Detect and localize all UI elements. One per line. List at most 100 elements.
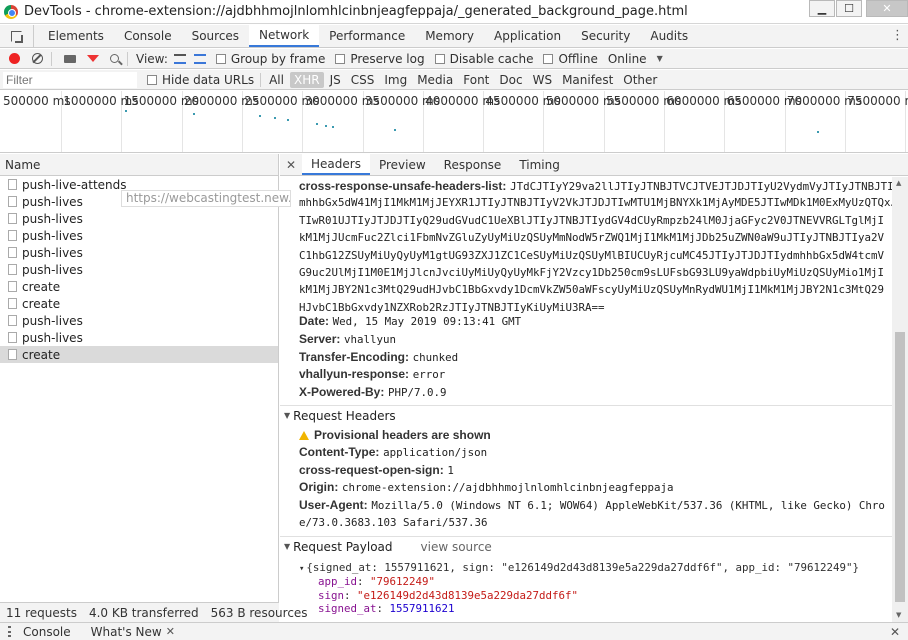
request-row[interactable]: create bbox=[0, 295, 278, 312]
file-icon bbox=[8, 264, 17, 275]
tab-sources[interactable]: Sources bbox=[182, 25, 249, 47]
details-tab-preview[interactable]: Preview bbox=[370, 154, 435, 175]
hide-data-urls-checkbox[interactable] bbox=[147, 74, 157, 85]
filter-type-font[interactable]: Font bbox=[459, 72, 493, 88]
scrollbar-thumb[interactable] bbox=[895, 332, 905, 602]
header-row: User-Agent: Mozilla/5.0 (Windows NT 6.1;… bbox=[299, 496, 885, 515]
filter-type-xhr[interactable]: XHR bbox=[289, 71, 324, 88]
payload-key: sign bbox=[318, 588, 345, 602]
tab-elements[interactable]: Elements bbox=[38, 25, 114, 47]
triangle-down-icon: ▼ bbox=[284, 411, 291, 420]
filter-icon[interactable] bbox=[87, 55, 99, 62]
close-window-button[interactable]: ✕ bbox=[866, 0, 908, 17]
filter-type-ws[interactable]: WS bbox=[529, 72, 556, 88]
request-headers-section-toggle[interactable]: ▼ Request Headers bbox=[280, 405, 892, 425]
request-name: push-lives bbox=[22, 211, 83, 226]
tab-audits[interactable]: Audits bbox=[640, 25, 698, 47]
search-icon[interactable] bbox=[110, 54, 119, 63]
scroll-down-icon[interactable]: ▼ bbox=[896, 611, 901, 619]
file-icon bbox=[8, 179, 17, 190]
filter-type-all[interactable]: All bbox=[265, 72, 288, 88]
inspect-element-button[interactable] bbox=[0, 25, 34, 47]
request-count: 11 requests bbox=[6, 605, 77, 620]
tab-network[interactable]: Network bbox=[249, 25, 320, 47]
offline-checkbox[interactable] bbox=[543, 53, 554, 64]
maximize-button[interactable]: ☐ bbox=[836, 0, 862, 17]
filter-type-doc[interactable]: Doc bbox=[495, 72, 526, 88]
details-tab-headers[interactable]: Headers bbox=[302, 154, 370, 175]
request-timing-mark bbox=[316, 123, 318, 125]
request-row[interactable]: create bbox=[0, 278, 278, 295]
request-row[interactable]: create bbox=[0, 346, 278, 363]
filter-type-img[interactable]: Img bbox=[380, 72, 411, 88]
filter-type-other[interactable]: Other bbox=[619, 72, 661, 88]
request-row[interactable]: push-lives bbox=[0, 261, 278, 278]
header-value-continuation: e/73.0.3683.103 Safari/537.36 bbox=[299, 516, 488, 529]
file-icon bbox=[8, 315, 17, 326]
window-title: DevTools - chrome-extension://ajdbhhmojl… bbox=[24, 4, 688, 19]
scroll-up-icon[interactable]: ▲ bbox=[896, 179, 901, 187]
drawer-tab-whats-new[interactable]: What's New bbox=[91, 625, 162, 639]
filter-type-media[interactable]: Media bbox=[413, 72, 457, 88]
drawer-tab-console[interactable]: Console bbox=[23, 625, 71, 639]
drawer-menu-icon[interactable] bbox=[8, 626, 11, 637]
payload-key: app_id bbox=[318, 575, 358, 588]
tab-memory[interactable]: Memory bbox=[415, 25, 484, 47]
header-row: vhallyun-response: error bbox=[299, 365, 445, 384]
throttling-select[interactable]: Online bbox=[608, 52, 647, 66]
header-value-continuation: TIwR01UJTIyJTJDJTIyQ29udGVudC1UeXBlJTIyJ… bbox=[299, 213, 885, 227]
chevron-down-icon[interactable]: ▼ bbox=[657, 54, 663, 63]
details-tab-list: Headers Preview Response Timing bbox=[302, 154, 569, 175]
payload-key: signed_at bbox=[318, 602, 377, 615]
close-drawer-icon[interactable]: ✕ bbox=[890, 625, 900, 639]
request-row[interactable]: push-lives bbox=[0, 210, 278, 227]
details-scrollbar[interactable]: ▲ ▼ bbox=[892, 177, 908, 622]
close-whats-new-icon[interactable]: ✕ bbox=[166, 625, 175, 638]
tab-console[interactable]: Console bbox=[114, 25, 182, 47]
request-name: create bbox=[22, 347, 61, 362]
name-column-header[interactable]: Name bbox=[0, 154, 278, 176]
request-row[interactable]: push-lives bbox=[0, 227, 278, 244]
tab-performance[interactable]: Performance bbox=[319, 25, 415, 47]
request-details-panel: ✕ Headers Preview Response Timing cross-res… bbox=[280, 154, 908, 622]
request-row[interactable]: push-lives bbox=[0, 312, 278, 329]
overview-icon[interactable] bbox=[193, 53, 206, 64]
request-timing-mark bbox=[259, 115, 261, 117]
header-row: X-Powered-By: PHP/7.0.9 bbox=[299, 383, 447, 402]
request-timing-mark bbox=[394, 129, 396, 131]
filter-input[interactable] bbox=[3, 71, 137, 88]
payload-summary[interactable]: ▾ {signed_at: 1557911621, sign: "e126149d… bbox=[299, 561, 859, 576]
request-row[interactable]: push-lives bbox=[0, 244, 278, 261]
request-row[interactable]: push-lives bbox=[0, 329, 278, 346]
details-tab-response[interactable]: Response bbox=[435, 154, 511, 175]
requests-panel: Name push-live-attends push-lives push-liv… bbox=[0, 154, 279, 620]
more-options-icon[interactable]: ⋮ bbox=[891, 28, 904, 43]
network-overview-timeline[interactable]: 500000 ms 1000000 ms 1500000 ms 2000000 ms 2… bbox=[0, 91, 908, 153]
close-details-icon[interactable]: ✕ bbox=[280, 154, 302, 175]
header-name: cross-response-unsafe-headers-list: bbox=[299, 179, 507, 193]
view-source-link[interactable]: view source bbox=[421, 540, 492, 554]
tab-security[interactable]: Security bbox=[571, 25, 640, 47]
inspect-icon bbox=[11, 30, 23, 43]
header-row: cross-response-unsafe-headers-list: JTdC… bbox=[299, 177, 892, 196]
header-value: Mozilla/5.0 (Windows NT 6.1; WOW64) Appl… bbox=[371, 498, 885, 512]
group-by-frame-checkbox[interactable] bbox=[215, 53, 226, 64]
filter-type-manifest[interactable]: Manifest bbox=[558, 72, 617, 88]
filter-type-js[interactable]: JS bbox=[326, 72, 345, 88]
filter-type-css[interactable]: CSS bbox=[347, 72, 379, 88]
request-timing-mark bbox=[193, 113, 195, 115]
file-icon bbox=[8, 213, 17, 224]
header-name: vhallyun-response: bbox=[299, 367, 410, 382]
tab-application[interactable]: Application bbox=[484, 25, 571, 47]
minimize-button[interactable]: ▁ bbox=[809, 0, 835, 17]
request-payload-section-toggle[interactable]: ▼ Request Payload view source bbox=[280, 536, 892, 556]
clear-icon[interactable] bbox=[32, 53, 43, 64]
details-tab-timing[interactable]: Timing bbox=[510, 154, 569, 175]
disable-cache-checkbox[interactable] bbox=[434, 53, 445, 64]
record-button[interactable] bbox=[9, 53, 20, 64]
screenshot-icon[interactable] bbox=[64, 54, 76, 63]
header-name: Origin: bbox=[299, 480, 339, 494]
header-value-continuation: mhhbGx5dW41MjI1MkM1MjJEYXR1JTIyJTNBJTIyV… bbox=[299, 196, 892, 210]
large-rows-icon[interactable] bbox=[173, 53, 186, 64]
preserve-log-checkbox[interactable] bbox=[335, 53, 346, 64]
